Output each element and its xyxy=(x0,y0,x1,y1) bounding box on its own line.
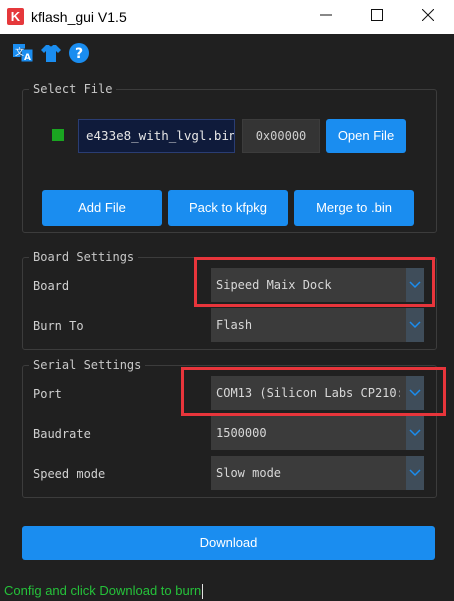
board-highlight-box xyxy=(194,257,435,307)
close-icon xyxy=(421,8,435,22)
file-path-field[interactable]: e433e8_with_lvgl.bin xyxy=(78,119,235,153)
translate-icon[interactable]: 文 A xyxy=(12,42,34,64)
minimize-button[interactable] xyxy=(306,4,346,30)
maximize-icon xyxy=(371,9,383,21)
status-text: Config and click Download to burn xyxy=(4,583,202,598)
baudrate-select[interactable]: 1500000 xyxy=(211,416,424,450)
svg-text:文: 文 xyxy=(15,46,24,58)
svg-text:?: ? xyxy=(75,46,83,62)
address-field[interactable]: 0x00000 xyxy=(242,119,320,153)
status-message: Config and click Download to burn xyxy=(4,583,204,600)
maximize-button[interactable] xyxy=(357,4,397,30)
app-logo: K xyxy=(7,8,24,25)
speed-mode-label: Speed mode xyxy=(33,467,106,481)
add-file-button[interactable]: Add File xyxy=(42,190,162,226)
select-file-title: Select File xyxy=(29,81,117,97)
baudrate-label: Baudrate xyxy=(33,427,91,441)
burn-to-label: Burn To xyxy=(33,319,84,333)
svg-text:A: A xyxy=(24,53,31,63)
merge-to-bin-button[interactable]: Merge to .bin xyxy=(294,190,414,226)
serial-settings-title: Serial Settings xyxy=(29,357,146,373)
pack-to-kfpkg-button[interactable]: Pack to kfpkg xyxy=(168,190,288,226)
burn-to-select[interactable]: Flash xyxy=(211,308,424,342)
download-button[interactable]: Download xyxy=(22,526,435,560)
close-button[interactable] xyxy=(408,4,448,30)
port-highlight-box xyxy=(181,367,446,416)
speed-mode-select-value: Slow mode xyxy=(216,466,282,480)
speed-mode-select[interactable]: Slow mode xyxy=(211,456,424,490)
baudrate-select-value: 1500000 xyxy=(216,426,267,440)
chevron-down-icon[interactable] xyxy=(406,416,424,450)
text-caret xyxy=(202,584,204,600)
window-title: kflash_gui V1.5 xyxy=(31,9,127,25)
port-label: Port xyxy=(33,387,62,401)
board-label: Board xyxy=(33,279,70,293)
title-bar: K kflash_gui V1.5 xyxy=(0,0,454,34)
chevron-down-icon[interactable] xyxy=(406,456,424,490)
minimize-icon xyxy=(320,14,332,16)
file-status-indicator xyxy=(52,129,64,141)
chevron-down-icon[interactable] xyxy=(406,308,424,342)
open-file-button[interactable]: Open File xyxy=(326,119,406,153)
board-settings-title: Board Settings xyxy=(29,249,139,265)
help-icon[interactable]: ? xyxy=(68,42,90,64)
shirt-icon[interactable] xyxy=(40,42,62,64)
burn-to-select-value: Flash xyxy=(216,318,253,332)
